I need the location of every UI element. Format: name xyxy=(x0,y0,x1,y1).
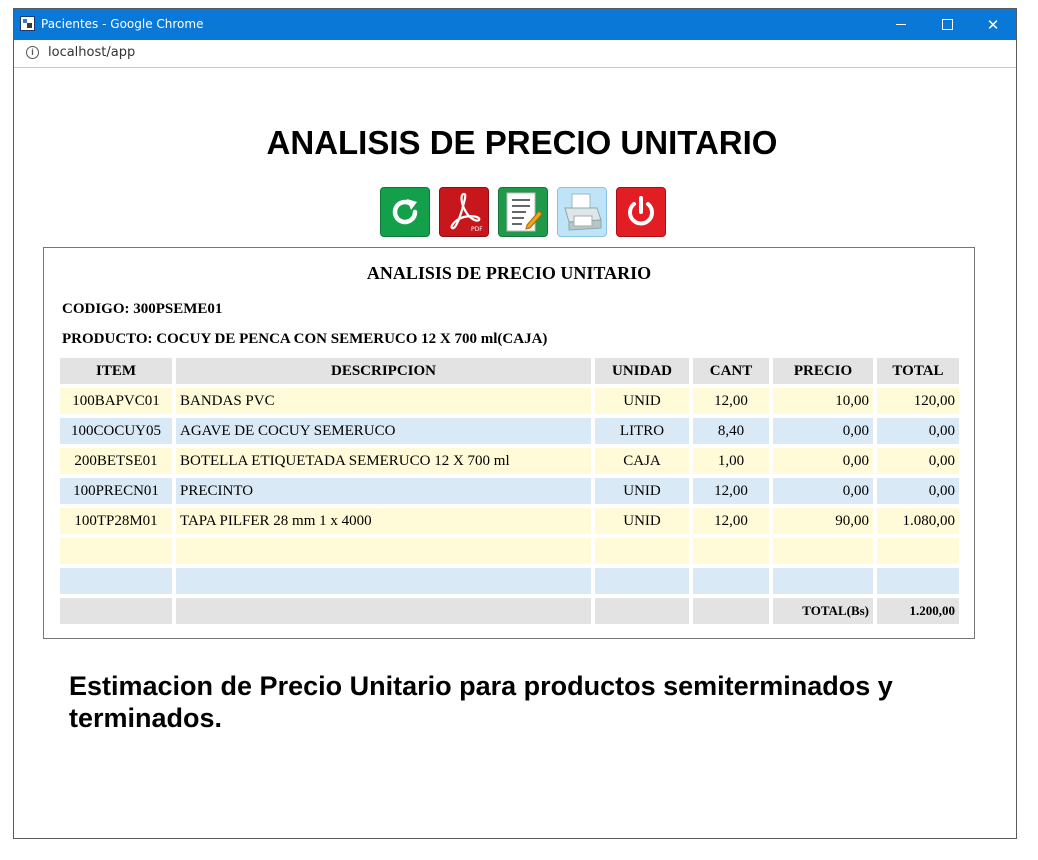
col-header-description: DESCRIPCION xyxy=(176,358,591,384)
app-icon xyxy=(20,16,35,31)
table-header-row: ITEM DESCRIPCION UNIDAD CANT PRECIO TOTA… xyxy=(60,358,959,384)
cost-table: ITEM DESCRIPCION UNIDAD CANT PRECIO TOTA… xyxy=(56,354,963,628)
svg-text:PDF: PDF xyxy=(471,226,483,233)
browser-window: Pacientes - Google Chrome ✕ i localhost/… xyxy=(13,8,1017,839)
pdf-icon: PDF xyxy=(450,192,483,233)
table-row: 100PRECN01 PRECINTO UNID 12,00 0,00 0,00 xyxy=(60,478,959,504)
window-title: Pacientes - Google Chrome xyxy=(41,17,204,31)
address-bar[interactable]: i localhost/app xyxy=(14,40,1016,68)
cell-price: 0,00 xyxy=(773,418,873,444)
cell-quantity: 12,00 xyxy=(693,478,769,504)
pdf-button[interactable]: PDF xyxy=(439,187,489,237)
title-bar: Pacientes - Google Chrome ✕ xyxy=(14,9,1016,40)
power-icon xyxy=(628,196,654,226)
cell-total: 0,00 xyxy=(877,478,959,504)
total-value: 1.200,00 xyxy=(877,598,959,624)
empty-row xyxy=(60,568,959,594)
cell-description: PRECINTO xyxy=(176,478,591,504)
col-header-quantity: CANT xyxy=(693,358,769,384)
cell-description: TAPA PILFER 28 mm 1 x 4000 xyxy=(176,508,591,534)
minimize-icon xyxy=(896,24,906,25)
report-title: ANALISIS DE PRECIO UNITARIO xyxy=(366,263,652,283)
cell-quantity: 8,40 xyxy=(693,418,769,444)
cell-quantity: 12,00 xyxy=(693,388,769,414)
col-header-price: PRECIO xyxy=(773,358,873,384)
cell-unit: UNID xyxy=(595,508,689,534)
total-label: TOTAL(Bs) xyxy=(773,598,873,624)
product-name: PRODUCTO: COCUY DE PENCA CON SEMERUCO 12… xyxy=(62,331,548,347)
url-text[interactable]: localhost/app xyxy=(48,45,135,60)
cell-item: 100PRECN01 xyxy=(60,478,172,504)
total-row: TOTAL(Bs) 1.200,00 xyxy=(60,598,959,624)
cell-quantity: 12,00 xyxy=(693,508,769,534)
cell-total: 0,00 xyxy=(877,418,959,444)
cell-unit: UNID xyxy=(595,388,689,414)
cell-item: 100COCUY05 xyxy=(60,418,172,444)
cell-item: 200BETSE01 xyxy=(60,448,172,474)
document-edit-icon xyxy=(506,192,543,232)
empty-row xyxy=(60,538,959,564)
cell-total: 0,00 xyxy=(877,448,959,474)
cell-quantity: 1,00 xyxy=(693,448,769,474)
col-header-total: TOTAL xyxy=(877,358,959,384)
page-title: ANALISIS DE PRECIO UNITARIO xyxy=(266,124,778,161)
cell-item: 100TP28M01 xyxy=(60,508,172,534)
print-button[interactable] xyxy=(557,187,607,237)
cell-price: 0,00 xyxy=(773,448,873,474)
cell-price: 0,00 xyxy=(773,478,873,504)
cell-price: 10,00 xyxy=(773,388,873,414)
report-panel: ANALISIS DE PRECIO UNITARIO CODIGO: 300P… xyxy=(43,247,975,639)
cell-price: 90,00 xyxy=(773,508,873,534)
col-header-item: ITEM xyxy=(60,358,172,384)
refresh-icon xyxy=(392,199,418,225)
cell-unit: CAJA xyxy=(595,448,689,474)
table-row: 100TP28M01 TAPA PILFER 28 mm 1 x 4000 UN… xyxy=(60,508,959,534)
maximize-icon xyxy=(941,19,953,30)
maximize-button[interactable] xyxy=(924,9,970,40)
table-row: 200BETSE01 BOTELLA ETIQUETADA SEMERUCO 1… xyxy=(60,448,959,474)
cell-description: BANDAS PVC xyxy=(176,388,591,414)
power-button[interactable] xyxy=(616,187,666,237)
document-button[interactable] xyxy=(498,187,548,237)
cell-unit: UNID xyxy=(595,478,689,504)
page-caption: Estimacion de Precio Unitario para produ… xyxy=(69,671,893,733)
cell-description: BOTELLA ETIQUETADA SEMERUCO 12 X 700 ml xyxy=(176,448,591,474)
cell-total: 1.080,00 xyxy=(877,508,959,534)
minimize-button[interactable] xyxy=(878,9,924,40)
close-icon: ✕ xyxy=(986,15,1000,34)
cell-item: 100BAPVC01 xyxy=(60,388,172,414)
cell-total: 120,00 xyxy=(877,388,959,414)
action-toolbar: PDF xyxy=(380,187,666,237)
table-row: 100COCUY05 AGAVE DE COCUY SEMERUCO LITRO… xyxy=(60,418,959,444)
col-header-unit: UNIDAD xyxy=(595,358,689,384)
cell-description: AGAVE DE COCUY SEMERUCO xyxy=(176,418,591,444)
refresh-button[interactable] xyxy=(380,187,430,237)
product-code: CODIGO: 300PSEME01 xyxy=(62,301,223,317)
info-icon[interactable]: i xyxy=(26,46,39,59)
table-row: 100BAPVC01 BANDAS PVC UNID 12,00 10,00 1… xyxy=(60,388,959,414)
printer-icon xyxy=(564,193,602,231)
cell-unit: LITRO xyxy=(595,418,689,444)
close-button[interactable]: ✕ xyxy=(970,9,1016,40)
